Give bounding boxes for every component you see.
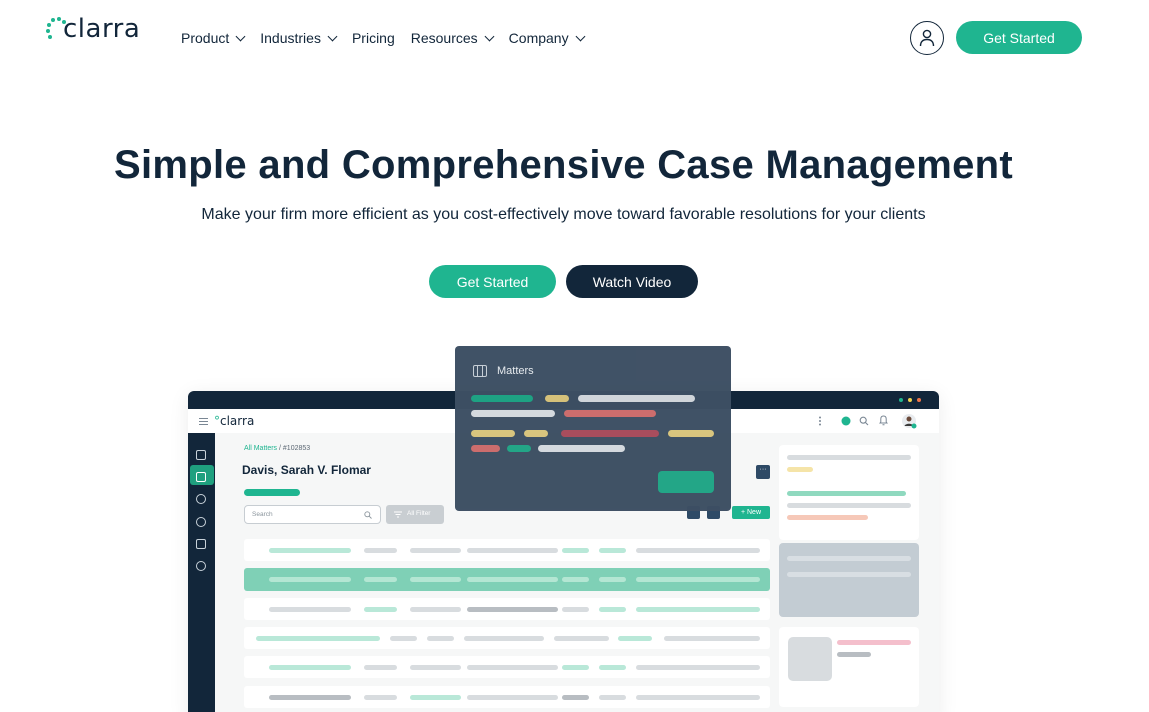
contact-photo: [788, 637, 832, 681]
matters-popup: Matters: [455, 346, 731, 511]
logo-wordmark: clarra: [63, 14, 141, 44]
logo-dots-icon: [45, 16, 67, 44]
popup-title: Matters: [497, 365, 534, 377]
account-button[interactable]: [910, 21, 944, 55]
window-dot: [908, 398, 912, 402]
contact-card: [779, 627, 919, 707]
mockup-logo: °clarra: [214, 414, 255, 428]
popup-action-button[interactable]: [658, 471, 714, 493]
nav-company[interactable]: Company: [508, 28, 586, 48]
nav-resources-label: Resources: [410, 30, 478, 46]
table-row[interactable]: [244, 627, 770, 649]
window-dot: [899, 398, 903, 402]
clock-icon: [196, 517, 206, 527]
table-row[interactable]: [244, 656, 770, 678]
filter-button[interactable]: All Filter: [386, 505, 444, 524]
briefcase-icon: [196, 450, 206, 460]
case-title: Davis, Sarah V. Flomar: [242, 463, 371, 477]
header-get-started-button[interactable]: Get Started: [956, 21, 1082, 54]
table-row[interactable]: [244, 598, 770, 620]
main-nav: Product Industries Pricing Resources Com…: [181, 28, 586, 48]
more-button[interactable]: ···: [756, 465, 770, 479]
chevron-down-icon: [575, 31, 586, 41]
hero-title: Simple and Comprehensive Case Management: [114, 143, 1013, 187]
breadcrumb: All Matters / #102853: [244, 445, 310, 452]
chevron-down-icon: [235, 31, 246, 41]
search-icon: [364, 511, 372, 519]
details-panel: [779, 445, 919, 540]
breadcrumb-id: #102853: [282, 445, 311, 452]
new-button[interactable]: + New: [732, 506, 770, 519]
site-header: clarra Product Industries Pricing Resour…: [0, 0, 1149, 76]
clarra-logo[interactable]: clarra: [45, 14, 140, 44]
reports-icon: [196, 561, 206, 571]
case-progress-bar: [244, 489, 300, 496]
bell-icon: [879, 415, 888, 426]
kebab-icon: [819, 416, 821, 426]
nav-product-label: Product: [181, 30, 230, 46]
avatar: [902, 414, 917, 429]
mockup-sidebar: [188, 433, 215, 712]
nav-industries-label: Industries: [260, 30, 321, 46]
hamburger-icon: [199, 417, 208, 425]
calendar-icon: [196, 472, 206, 482]
mail-icon: [196, 539, 206, 549]
status-icon: [841, 416, 851, 426]
table-row[interactable]: [244, 539, 770, 561]
nav-company-label: Company: [508, 30, 569, 46]
window-dot: [917, 398, 921, 402]
filter-label: All Filter: [407, 510, 431, 517]
nav-product[interactable]: Product: [181, 28, 246, 48]
details-panel-highlight: [779, 543, 919, 617]
search-placeholder: Search: [252, 511, 273, 518]
briefcase-icon: [473, 365, 487, 377]
table-row-selected[interactable]: [244, 568, 770, 591]
filter-icon: [394, 511, 402, 518]
hero-subtitle: Make your firm more efficient as you cos…: [201, 206, 926, 223]
search-icon: [859, 416, 869, 426]
hero-get-started-button[interactable]: Get Started: [429, 265, 556, 298]
contacts-icon: [196, 494, 206, 504]
watch-video-button[interactable]: Watch Video: [566, 265, 698, 298]
nav-industries[interactable]: Industries: [260, 28, 338, 48]
mockup-search-input[interactable]: Search: [244, 505, 381, 524]
nav-pricing-label: Pricing: [351, 30, 395, 46]
nav-resources[interactable]: Resources: [410, 28, 495, 48]
chevron-down-icon: [327, 31, 338, 41]
user-icon: [919, 29, 935, 47]
table-row[interactable]: [244, 686, 770, 708]
nav-pricing[interactable]: Pricing: [352, 28, 395, 48]
breadcrumb-root[interactable]: All Matters: [244, 445, 277, 452]
chevron-down-icon: [484, 31, 495, 41]
